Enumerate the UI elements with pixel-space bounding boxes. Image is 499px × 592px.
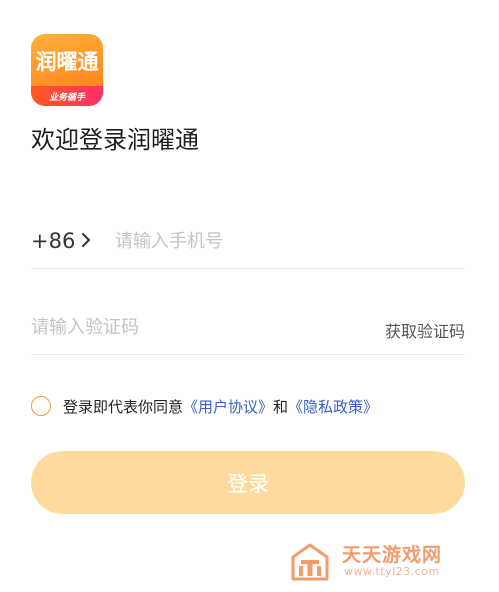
app-logo: 润曜通 业务循手 [31,34,103,106]
phone-row: +86 [31,222,465,269]
phone-input[interactable] [115,224,445,258]
code-input[interactable] [31,310,331,344]
get-code-button[interactable]: 获取验证码 [385,318,465,342]
code-row: 获取验证码 [31,308,465,355]
chevron-right-icon[interactable] [81,232,91,248]
agreement-row: 登录即代表你同意 《用户协议》 和 《隐私政策》 [31,394,378,418]
privacy-policy-link[interactable]: 《隐私政策》 [288,396,378,417]
agreement-and: 和 [273,397,289,416]
country-code[interactable]: +86 [31,229,75,253]
login-button[interactable]: 登录 [31,451,465,514]
watermark: 天天游戏网 www.ttyl23.com [290,540,465,584]
logo-text: 润曜通 [35,50,99,74]
watermark-title: 天天游戏网 [342,544,443,566]
logo-subtitle: 业务循手 [48,93,85,103]
welcome-title: 欢迎登录润曜通 [31,126,199,154]
agreement-prefix: 登录即代表你同意 [63,397,184,416]
house-logo-icon [291,543,329,581]
watermark-url: www.ttyl23.com [344,565,440,578]
user-agreement-link[interactable]: 《用户协议》 [183,396,273,417]
agreement-checkbox[interactable] [31,396,51,416]
